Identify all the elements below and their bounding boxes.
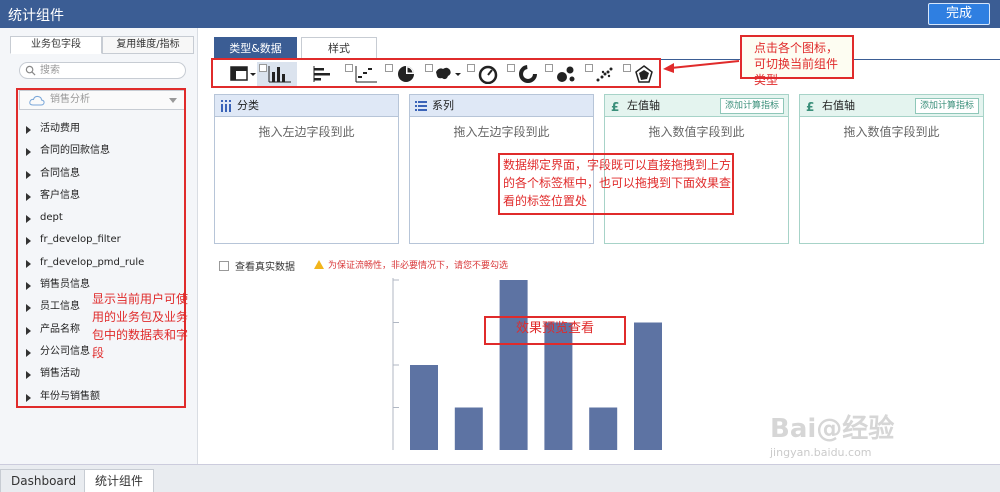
pound-icon: £ bbox=[611, 100, 619, 112]
svg-text:£: £ bbox=[806, 100, 814, 112]
field-panel: 业务包字段 复用维度/指标 搜索 销售分析 活动费用 合同的回款信息 合同信息 … bbox=[0, 28, 198, 464]
preview-annotation: 效果预览查看 bbox=[515, 321, 594, 336]
chart-bar bbox=[589, 407, 618, 450]
svg-text:£: £ bbox=[611, 100, 619, 112]
right-axis-zone-header: £ 右值轴 添加计算指标 bbox=[800, 95, 983, 117]
dimension-icon bbox=[221, 100, 231, 112]
real-data-label: 查看真实数据 bbox=[235, 262, 295, 273]
real-data-checkbox[interactable] bbox=[219, 261, 229, 271]
chart-bar bbox=[634, 322, 662, 450]
tab-package-fields[interactable]: 业务包字段 bbox=[10, 36, 102, 54]
warning-icon bbox=[314, 260, 324, 269]
category-zone[interactable]: 分类 拖入左边字段到此 bbox=[214, 94, 399, 244]
left-axis-zone-title: 左值轴 bbox=[627, 99, 660, 112]
binding-annotation: 数据绑定界面，字段既可以直接拖拽到上方的各个标签框中，也可以拖拽到下面效果查看的… bbox=[503, 158, 732, 208]
right-axis-zone-title: 右值轴 bbox=[822, 99, 855, 112]
category-drop-hint: 拖入左边字段到此 bbox=[258, 125, 355, 139]
performance-warning: 为保证流畅性，非必要情况下，请您不要勾选 bbox=[314, 258, 508, 271]
right-axis-zone[interactable]: £ 右值轴 添加计算指标 拖入数值字段到此 bbox=[799, 94, 984, 244]
field-tabs: 业务包字段 复用维度/指标 bbox=[10, 36, 194, 54]
tab-stat-component[interactable]: 统计组件 bbox=[84, 469, 155, 492]
chart-type-note: 点击各个图标，可切换当前组件类型 bbox=[740, 35, 854, 87]
real-data-toggle[interactable]: 查看真实数据 bbox=[219, 258, 295, 273]
series-drop-hint: 拖入左边字段到此 bbox=[453, 125, 550, 139]
add-calculated-metric-button[interactable]: 添加计算指标 bbox=[914, 98, 979, 114]
done-button[interactable]: 完成 bbox=[928, 3, 990, 25]
tab-type-data[interactable]: 类型&数据 bbox=[214, 37, 297, 60]
add-calculated-metric-button[interactable]: 添加计算指标 bbox=[719, 98, 784, 114]
tab-reuse-dimensions[interactable]: 复用维度/指标 bbox=[102, 36, 194, 54]
annotation-arrow bbox=[663, 60, 740, 73]
pound-icon: £ bbox=[806, 100, 814, 112]
category-zone-header: 分类 bbox=[215, 95, 398, 117]
chart-bar bbox=[499, 280, 528, 450]
tab-style[interactable]: 样式 bbox=[301, 37, 377, 60]
list-icon bbox=[415, 101, 427, 111]
tree-annotation: 显示当前用户可使用的业务包及业务包中的数据表和字段 bbox=[92, 292, 189, 360]
bottom-tabbar: Dashboard 统计组件 bbox=[0, 464, 1000, 492]
right-axis-drop-hint: 拖入数值字段到此 bbox=[843, 125, 940, 139]
series-zone-title: 系列 bbox=[432, 99, 454, 112]
chart-type-annotation-box bbox=[211, 58, 661, 88]
search-icon bbox=[25, 65, 36, 76]
chart-bar bbox=[454, 407, 483, 450]
watermark-url: jingyan.baidu.com bbox=[770, 446, 872, 459]
series-zone-header: 系列 bbox=[410, 95, 593, 117]
left-axis-zone-header: £ 左值轴 添加计算指标 bbox=[605, 95, 788, 117]
watermark-logo: Bai@经验 bbox=[770, 414, 895, 444]
chart-bar bbox=[410, 365, 438, 450]
window-title: 统计组件 bbox=[8, 8, 64, 24]
left-axis-drop-hint: 拖入数值字段到此 bbox=[648, 125, 745, 139]
preview-chart bbox=[392, 278, 662, 450]
tab-dashboard[interactable]: Dashboard bbox=[0, 469, 88, 492]
search-input[interactable]: 搜索 bbox=[19, 62, 186, 79]
title-bar: 统计组件 完成 bbox=[0, 0, 1000, 28]
search-placeholder: 搜索 bbox=[40, 65, 60, 76]
category-zone-title: 分类 bbox=[237, 99, 259, 112]
warning-text: 为保证流畅性，非必要情况下，请您不要勾选 bbox=[328, 261, 509, 271]
